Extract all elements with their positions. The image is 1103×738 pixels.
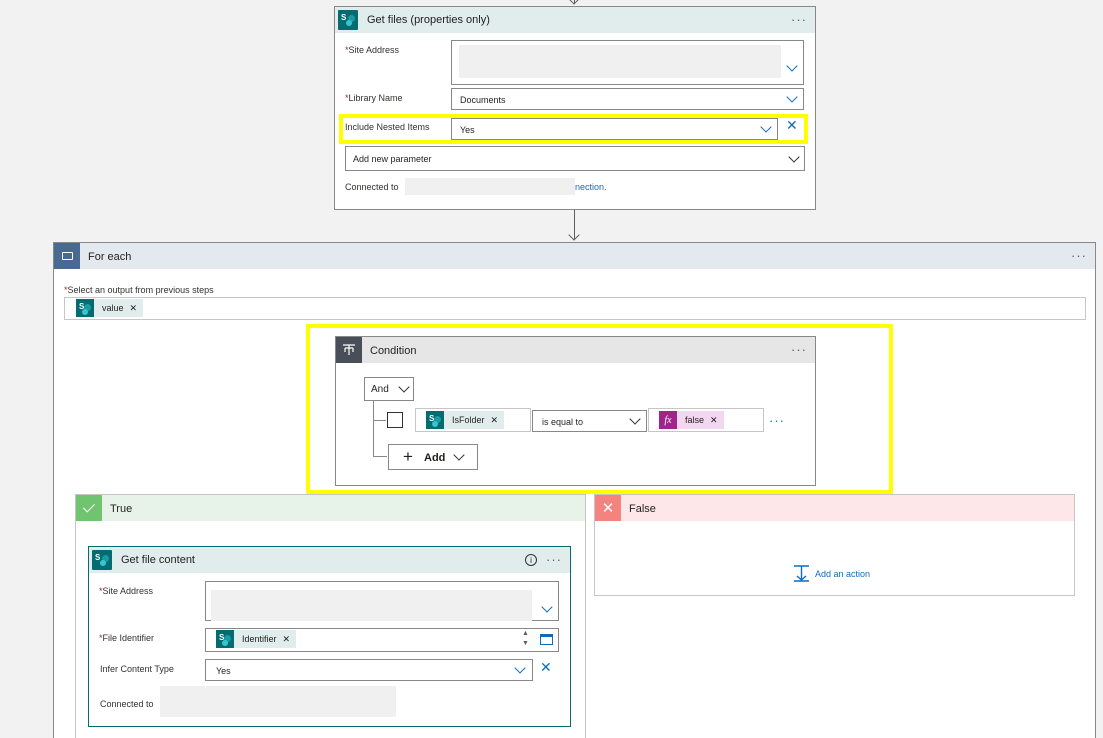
site-address-field[interactable] xyxy=(205,581,559,621)
more-options-icon[interactable]: ··· xyxy=(791,12,807,27)
close-icon: ✕ xyxy=(595,495,621,521)
sharepoint-icon: S xyxy=(338,10,358,30)
value-token[interactable]: S value ✕ xyxy=(76,299,144,317)
highlight-include-nested xyxy=(339,114,808,144)
library-name-label: *Library Name xyxy=(345,93,403,103)
info-icon[interactable]: i xyxy=(525,554,537,566)
add-action-icon xyxy=(794,565,809,582)
change-connection-link[interactable]: nection. xyxy=(575,182,607,192)
site-address-label: *Site Address xyxy=(99,586,154,596)
loop-icon xyxy=(54,243,80,269)
add-new-parameter-label: Add new parameter xyxy=(353,154,432,164)
file-identifier-label: *File Identifier xyxy=(99,633,155,643)
for-each-title: For each xyxy=(88,251,132,263)
add-new-parameter-dropdown[interactable]: Add new parameter xyxy=(345,146,805,171)
chevron-down-icon[interactable] xyxy=(788,151,800,163)
more-options-icon[interactable]: ··· xyxy=(546,552,562,567)
clear-infer-content-type-icon[interactable]: ✕ xyxy=(540,660,552,674)
get-files-title: Get files (properties only) xyxy=(367,14,490,26)
chevron-down-icon[interactable] xyxy=(786,91,798,103)
connected-to-text: Connected to xyxy=(345,182,399,192)
sharepoint-icon: S xyxy=(76,299,94,317)
identifier-token-label: Identifier xyxy=(242,634,277,644)
value-token-label: value xyxy=(102,303,124,313)
chevron-down-icon[interactable] xyxy=(786,60,798,72)
site-address-field[interactable] xyxy=(451,40,804,85)
get-file-content-header[interactable]: S Get file content i ··· xyxy=(89,547,570,573)
infer-content-type-field[interactable]: Yes xyxy=(205,659,533,681)
remove-token-icon[interactable]: ✕ xyxy=(283,634,291,645)
connector-top-arrow xyxy=(568,0,580,5)
site-address-redacted xyxy=(459,45,781,78)
checkmark-icon xyxy=(76,495,102,521)
identifier-token[interactable]: S Identifier ✕ xyxy=(216,630,297,648)
infer-content-type-label: Infer Content Type xyxy=(100,664,174,674)
connector-arrow xyxy=(568,229,580,241)
file-picker-icon[interactable] xyxy=(540,634,553,645)
spinner-icon[interactable]: ▲ ▼ xyxy=(522,629,529,649)
false-branch[interactable]: ✕ False Add an action xyxy=(594,494,1075,596)
select-output-field[interactable]: S value ✕ xyxy=(64,297,1086,320)
site-address-redacted xyxy=(211,590,532,621)
site-address-label: *Site Address xyxy=(345,45,400,55)
chevron-down-icon[interactable] xyxy=(514,662,526,674)
true-branch-title: True xyxy=(110,503,133,515)
for-each-header[interactable]: For each ··· xyxy=(54,243,1095,269)
library-name-value: Documents xyxy=(460,95,506,105)
connected-to-text: Connected to xyxy=(100,699,154,709)
highlight-condition xyxy=(306,324,893,494)
get-file-content-card[interactable]: S Get file content i ··· *Site Address *… xyxy=(88,546,571,727)
add-an-action-label: Add an action xyxy=(815,568,871,579)
sharepoint-icon: S xyxy=(216,630,234,648)
chevron-down-icon[interactable] xyxy=(541,601,553,613)
true-branch-header: True xyxy=(76,495,585,521)
sharepoint-icon: S xyxy=(92,550,112,570)
more-options-icon[interactable]: ··· xyxy=(1071,248,1087,263)
file-identifier-field[interactable]: S Identifier ✕ ▲ ▼ xyxy=(205,628,559,652)
connection-name-redacted xyxy=(405,178,575,195)
library-name-field[interactable]: Documents xyxy=(451,88,804,110)
false-branch-title: False xyxy=(629,503,656,515)
add-an-action-button[interactable]: Add an action xyxy=(793,565,870,582)
connection-name-redacted xyxy=(160,686,396,717)
remove-token-icon[interactable]: ✕ xyxy=(130,303,138,314)
get-files-header[interactable]: S Get files (properties only) ··· xyxy=(335,7,815,33)
infer-content-type-value: Yes xyxy=(216,666,231,676)
get-files-card[interactable]: S Get files (properties only) ··· *Site … xyxy=(334,6,816,210)
get-file-content-title: Get file content xyxy=(121,554,195,566)
select-output-label: *Select an output from previous steps xyxy=(64,285,214,295)
false-branch-header: ✕ False xyxy=(595,495,1074,521)
